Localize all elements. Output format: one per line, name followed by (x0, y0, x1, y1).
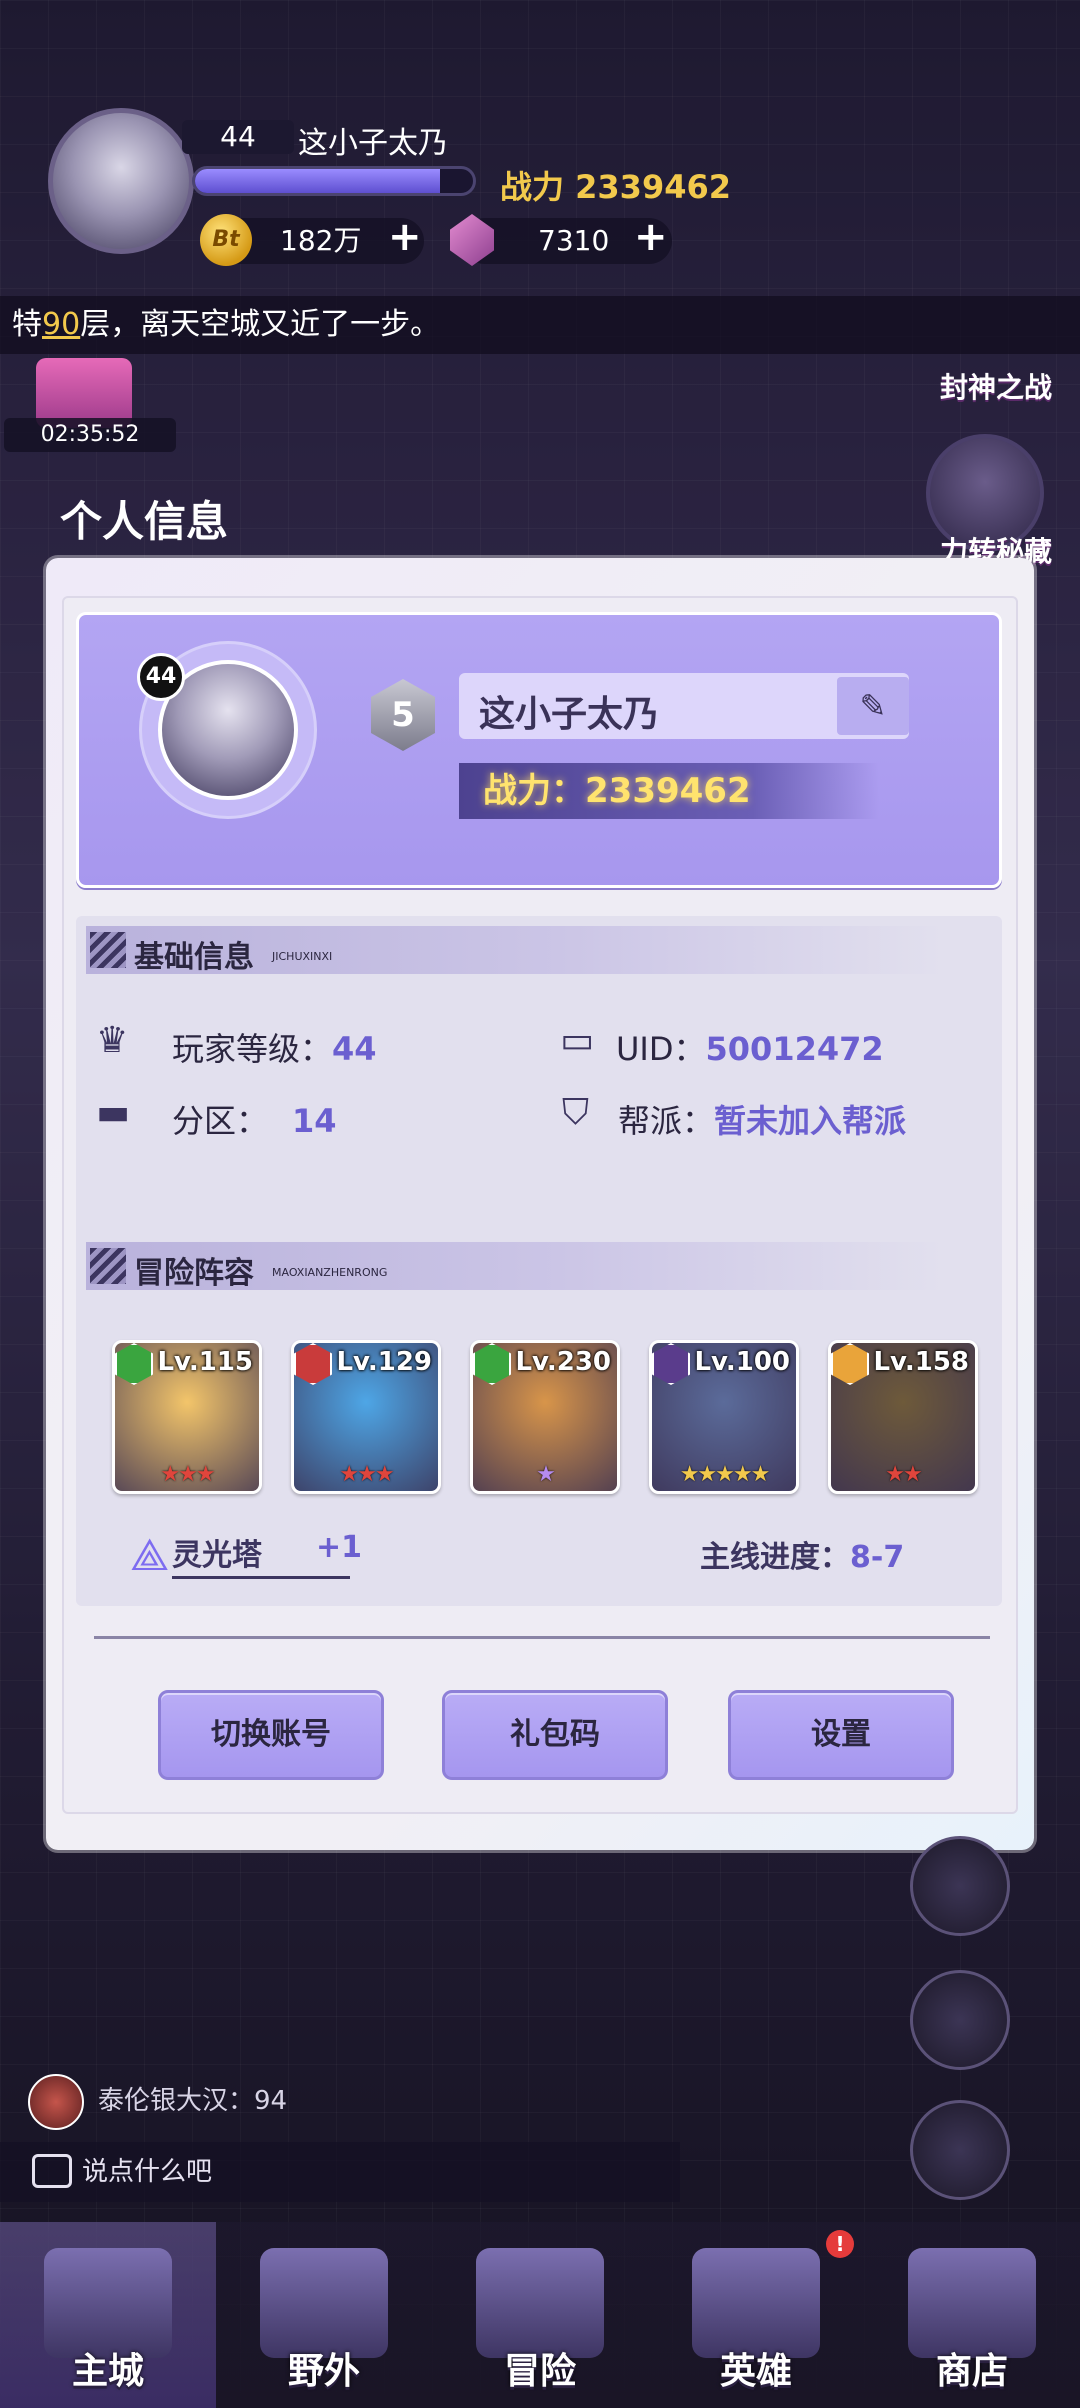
nav-label: 野外 (287, 2351, 360, 2392)
coin-amount: 182万 (280, 224, 362, 257)
settings-button[interactable]: 设置 (728, 1690, 954, 1780)
nav-label: 英雄 (719, 2351, 792, 2392)
gift-code-button[interactable]: 礼包码 (442, 1690, 668, 1780)
player-level-label: 玩家等级： (172, 1030, 333, 1068)
personal-info-dialog: 44 5 这小子太乃 ✎ 战力：2339462 基础信息 JICHUXINXI … (46, 558, 1034, 1850)
pencil-icon: ✎ (859, 687, 887, 725)
hero-card[interactable]: Lv.100 ★★★★★ (649, 1340, 799, 1494)
ticker-text: 层，离天空城又近了一步。 (80, 307, 441, 342)
id-card-icon: ▭ (560, 1020, 595, 1061)
bottom-nav: 主城 野外 冒险 英雄 商店 (0, 2222, 1080, 2408)
hud-exp-bar (192, 166, 476, 196)
profile-name-box: 这小子太乃 ✎ (459, 673, 909, 739)
crown-icon: ♛ (96, 1020, 129, 1061)
profile-card: 44 5 这小子太乃 ✎ 战力：2339462 (76, 612, 1002, 888)
friends-button[interactable] (910, 1836, 1010, 1936)
chat-input[interactable]: 说点什么吧 (0, 2142, 680, 2202)
basic-info-header: 基础信息 JICHUXINXI (86, 926, 946, 975)
guild-label: 帮派： (618, 1102, 715, 1140)
chat-avatar (28, 2074, 84, 2130)
player-level-row: 玩家等级：44 (172, 1024, 377, 1070)
nav-main-city[interactable]: 主城 (0, 2222, 216, 2408)
chat-last-message: 泰伦银大汉：94 (98, 2086, 288, 2116)
hero-stars: ★★★★★ (679, 1462, 771, 1487)
profile-power: 战力：2339462 (459, 763, 879, 819)
ticker-floor: 90 (42, 307, 81, 342)
basic-info-subtitle: JICHUXINXI (272, 950, 333, 963)
event-timer: 02:35:52 (4, 418, 176, 452)
vip-badge: 5 (371, 679, 435, 751)
hero-level: Lv.100 (694, 1347, 790, 1377)
dialog-inner: 44 5 这小子太乃 ✎ 战力：2339462 基础信息 JICHUXINXI … (62, 596, 1018, 1814)
tower-value: +1 (316, 1530, 363, 1565)
heroes-notification-badge: ! (826, 2230, 854, 2258)
profile-name: 这小子太乃 (479, 694, 660, 735)
ranking-button[interactable] (910, 2100, 1010, 2200)
coin-plus-button[interactable]: + (388, 214, 422, 260)
hero-card[interactable]: Lv.129 ★★★ (291, 1340, 441, 1494)
server-row: 分区： 14 (172, 1096, 337, 1142)
hero-card[interactable]: Lv.158 ★★ (828, 1340, 978, 1494)
hero-stars: ★★★ (339, 1462, 394, 1487)
profile-level-badge: 44 (137, 653, 185, 701)
hero-level: Lv.230 (515, 1347, 611, 1377)
tower-label[interactable]: 灵光塔 (172, 1530, 262, 1574)
nav-label: 冒险 (503, 2351, 576, 2392)
lineup-header: 冒险阵容 MAOXIANZHENRONG (86, 1242, 946, 1291)
mainline-value: 8-7 (850, 1540, 905, 1575)
hero-stars: ★ (536, 1462, 556, 1487)
lineup-subtitle: MAOXIANZHENRONG (272, 1266, 388, 1279)
hud-power: 战力 2339462 (500, 168, 732, 206)
hero-level: Lv.129 (336, 1347, 432, 1377)
hud-level: 44 (182, 120, 294, 154)
nav-label: 商店 (935, 2351, 1008, 2392)
edit-name-button[interactable]: ✎ (837, 677, 909, 735)
coin-icon: Bt (200, 214, 252, 266)
hud-avatar[interactable] (48, 108, 194, 254)
hero-level: Lv.115 (157, 1347, 253, 1377)
nav-adventure[interactable]: 冒险 (432, 2222, 648, 2408)
player-level-value: 44 (332, 1030, 377, 1068)
nav-shop[interactable]: 商店 (864, 2222, 1080, 2408)
hero-card[interactable]: Lv.230 ★ (470, 1340, 620, 1494)
hero-level: Lv.158 (873, 1347, 969, 1377)
uid-label: UID： (616, 1030, 706, 1068)
stripes-icon (90, 1248, 126, 1284)
mainline-progress: 主线进度：8-7 (700, 1532, 904, 1576)
gem-amount: 7310 (538, 224, 610, 257)
chat-bubble-icon (32, 2154, 72, 2188)
page-title: 个人信息 (60, 497, 229, 546)
divider (94, 1636, 990, 1639)
server-label: 分区： (172, 1102, 269, 1140)
guild-value: 暂未加入帮派 (714, 1102, 907, 1140)
guild-icon: ⛉ (562, 1092, 590, 1133)
announcement-ticker: 特90层，离天空城又近了一步。 (0, 296, 1080, 354)
side-label-fengshen[interactable]: 封神之战 (940, 366, 1052, 406)
server-icon: ▬ (96, 1092, 131, 1133)
gem-plus-button[interactable]: + (634, 214, 668, 260)
mainline-label: 主线进度： (700, 1540, 850, 1575)
uid-value: 50012472 (705, 1030, 884, 1068)
hud-player-name: 这小子太乃 (298, 126, 448, 161)
basic-info-title: 基础信息 (134, 940, 254, 975)
nav-label: 主城 (71, 2351, 144, 2392)
tower-icon: ⟁ (130, 1530, 170, 1581)
hero-stars: ★★ (885, 1462, 922, 1487)
ticker-lead: 特 (12, 307, 42, 342)
tower-underline (172, 1576, 350, 1579)
nav-wild[interactable]: 野外 (216, 2222, 432, 2408)
info-panel: 基础信息 JICHUXINXI ♛ 玩家等级：44 ▭ UID：50012472… (76, 916, 1002, 1606)
lineup-title: 冒险阵容 (134, 1256, 254, 1291)
hero-stars: ★★★ (160, 1462, 215, 1487)
hero-card[interactable]: Lv.115 ★★★ (112, 1340, 262, 1494)
team-button[interactable] (910, 1970, 1010, 2070)
guild-row: 帮派：暂未加入帮派 (618, 1096, 906, 1142)
stripes-icon (90, 932, 126, 968)
uid-row: UID：50012472 (616, 1024, 884, 1070)
hud-exp-fill (195, 169, 440, 193)
switch-account-button[interactable]: 切换账号 (158, 1690, 384, 1780)
server-value: 14 (292, 1102, 337, 1140)
